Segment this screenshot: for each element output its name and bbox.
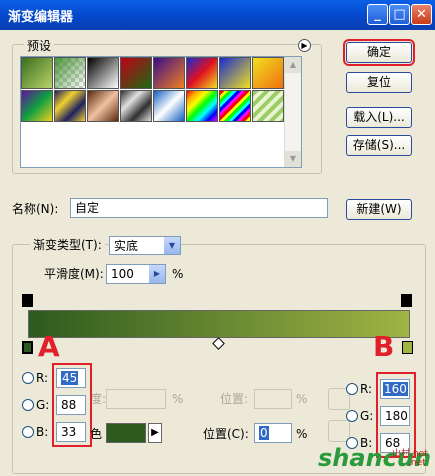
smoothness-slider-icon[interactable]: ▶ — [149, 265, 165, 283]
opacity-label: 度: — [90, 392, 107, 406]
save-button[interactable]: 存储(S)... — [346, 135, 412, 156]
left-rgb-highlight — [52, 363, 92, 447]
preset-swatch[interactable] — [87, 90, 119, 122]
right-r-radio[interactable] — [346, 383, 358, 395]
presets-scrollbar[interactable]: ▲ ▼ — [284, 57, 301, 167]
left-g-radio[interactable] — [22, 399, 34, 411]
location-input[interactable]: 0 — [254, 423, 292, 443]
name-input[interactable]: 自定 — [70, 198, 328, 218]
color-stop-left[interactable] — [22, 341, 33, 354]
annotation-b: B — [373, 330, 395, 363]
preset-swatch[interactable] — [153, 57, 185, 89]
color-menu-arrow-icon[interactable]: ▶ — [148, 423, 162, 443]
left-b-label: B: — [36, 425, 49, 439]
location-label: 位置(C): — [203, 427, 249, 441]
minimize-button[interactable]: _ — [367, 4, 388, 25]
preset-swatch[interactable] — [186, 90, 218, 122]
gradient-type-select[interactable]: 实底 ▼ — [109, 236, 181, 255]
preset-swatch[interactable] — [252, 90, 284, 122]
opacity-input — [106, 389, 166, 409]
scroll-up-icon[interactable]: ▲ — [285, 57, 301, 73]
preset-swatch[interactable] — [186, 57, 218, 89]
smoothness-input[interactable]: 100 ▶ — [106, 264, 166, 284]
stop-color-swatch[interactable] — [106, 423, 146, 443]
opacity-unit: % — [172, 392, 184, 406]
opacity-stop-left[interactable] — [22, 294, 33, 307]
gradient-type-value: 实底 — [114, 239, 139, 253]
opacity-stop-right[interactable] — [401, 294, 412, 307]
left-g-label: G: — [36, 398, 50, 412]
ok-button[interactable]: 确定 — [343, 39, 415, 66]
maximize-button[interactable]: □ — [389, 4, 410, 25]
preset-swatch[interactable] — [219, 57, 251, 89]
smoothness-unit: % — [172, 267, 184, 281]
color-label: 色 — [90, 427, 103, 441]
gradient-preview-bar[interactable] — [28, 310, 410, 338]
chevron-down-icon[interactable]: ▼ — [164, 237, 180, 254]
opacity-location-input — [254, 389, 292, 409]
location-unit: % — [296, 427, 308, 441]
reset-button[interactable]: 复位 — [346, 72, 412, 93]
left-b-radio[interactable] — [22, 426, 34, 438]
color-stop-right[interactable] — [402, 341, 413, 354]
window-title: 渐变编辑器 — [8, 10, 74, 25]
preset-swatch[interactable] — [120, 57, 152, 89]
new-button[interactable]: 新建(W) — [346, 199, 412, 220]
title-bar: 渐变编辑器 _ □ ✕ — [0, 0, 435, 30]
location-value: 0 — [259, 426, 269, 440]
presets-menu-icon[interactable]: ▶ — [298, 39, 311, 52]
preset-swatch[interactable] — [120, 90, 152, 122]
scroll-down-icon[interactable]: ▼ — [285, 151, 301, 167]
preset-swatch[interactable] — [87, 57, 119, 89]
preset-swatch[interactable] — [54, 57, 86, 89]
preset-swatch[interactable] — [219, 90, 251, 122]
preset-swatch[interactable] — [252, 57, 284, 89]
right-g-label: G: — [360, 409, 374, 423]
name-label: 名称(N): — [12, 202, 59, 216]
left-r-label: R: — [36, 371, 49, 385]
preset-swatch[interactable] — [54, 90, 86, 122]
opacity-location-label: 位置: — [220, 392, 249, 406]
close-button[interactable]: ✕ — [411, 4, 432, 25]
right-g-radio[interactable] — [346, 410, 358, 422]
presets-label: 预设 — [24, 37, 55, 54]
presets-panel: ▲ ▼ — [20, 56, 302, 168]
preset-swatch[interactable] — [21, 90, 53, 122]
watermark-domain: .net — [408, 458, 426, 468]
smoothness-label: 平滑度(M): — [44, 267, 104, 281]
preset-swatch[interactable] — [21, 57, 53, 89]
right-r-label: R: — [360, 382, 373, 396]
smoothness-value: 100 — [111, 267, 134, 281]
annotation-a: A — [38, 330, 60, 363]
preset-swatch[interactable] — [153, 90, 185, 122]
load-button[interactable]: 载入(L)... — [346, 107, 412, 128]
left-r-radio[interactable] — [22, 372, 34, 384]
gradient-type-label: 渐变类型(T): — [30, 236, 105, 253]
opacity-location-unit: % — [296, 392, 308, 406]
